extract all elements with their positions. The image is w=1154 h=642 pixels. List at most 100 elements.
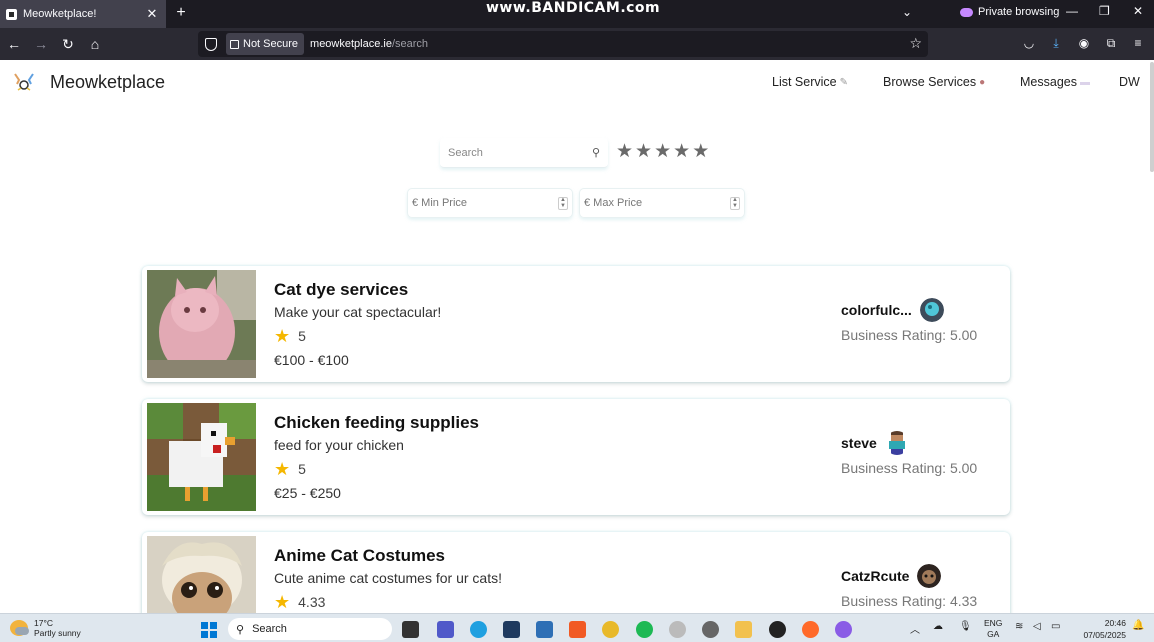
taskbar-search-label: Search <box>252 623 287 635</box>
listing-image-minecraft-chicken[interactable] <box>147 403 256 511</box>
app-icon[interactable] <box>669 621 686 638</box>
star-icon: ★ <box>274 326 291 346</box>
task-view-icon[interactable] <box>402 621 419 638</box>
star-filter-2-icon[interactable]: ★ <box>635 142 652 162</box>
search-field[interactable]: ⚲ <box>440 138 608 168</box>
listing-rating-value: 5 <box>298 328 306 344</box>
seller-name[interactable]: steve <box>841 435 877 451</box>
user-initials-button[interactable]: DW <box>1119 75 1140 89</box>
search-icon: ⚲ <box>236 623 245 636</box>
volume-icon[interactable]: ◁ <box>1033 621 1041 632</box>
store-icon[interactable] <box>536 621 553 638</box>
downloads-icon[interactable]: ⤓ <box>1049 36 1063 50</box>
settings-icon[interactable] <box>702 621 719 638</box>
max-price-field[interactable]: ▲▼ <box>579 188 745 218</box>
star-rating-filter[interactable]: ★ ★ ★ ★ ★ <box>616 142 709 162</box>
teams-icon[interactable] <box>437 621 454 638</box>
tracking-shield-icon[interactable] <box>205 37 217 51</box>
tab-list-chevron-icon[interactable]: ⌄ <box>902 5 912 19</box>
extensions-icon[interactable]: ⧉ <box>1104 36 1118 50</box>
search-input[interactable] <box>448 146 592 159</box>
onedrive-icon[interactable]: ☁ <box>933 621 943 632</box>
file-explorer-icon[interactable] <box>735 621 752 638</box>
browser-tab[interactable]: Meowketplace! ✕ <box>0 0 166 28</box>
restore-button[interactable]: ❐ <box>1099 4 1110 18</box>
listing-title[interactable]: Cat dye services <box>274 280 408 300</box>
new-tab-button[interactable]: + <box>172 4 190 22</box>
address-bar[interactable]: Not Secure meowketplace.ie/search ☆ <box>198 31 928 57</box>
listing-title[interactable]: Chicken feeding supplies <box>274 413 479 433</box>
partly-sunny-icon <box>10 620 29 636</box>
firefox-icon[interactable] <box>802 621 819 638</box>
taskbar-search[interactable]: ⚲ Search <box>228 618 392 640</box>
nav-list-service[interactable]: List Service ✎ <box>772 75 848 89</box>
tray-overflow-icon[interactable]: ︿ <box>910 621 920 636</box>
star-filter-4-icon[interactable]: ★ <box>673 142 690 162</box>
keyboard-layout: GA <box>987 629 1000 639</box>
notifications-icon[interactable]: 🔔 <box>1132 620 1144 631</box>
min-price-stepper[interactable]: ▲ ▼ <box>558 196 568 210</box>
tab-close-button[interactable]: ✕ <box>144 6 160 22</box>
forward-arrow-icon[interactable]: → <box>33 36 49 52</box>
spotify-icon[interactable] <box>636 621 653 638</box>
edge-icon[interactable] <box>470 621 487 638</box>
browser-tab-bar: Meowketplace! ✕ + www.BANDICAM.com ⌄ Pri… <box>0 0 1154 28</box>
menu-icon[interactable]: ≡ <box>1131 36 1145 50</box>
search-icon[interactable]: ⚲ <box>592 146 600 159</box>
star-filter-3-icon[interactable]: ★ <box>654 142 671 162</box>
nav-browse-services[interactable]: Browse Services ● <box>883 75 985 89</box>
wifi-icon[interactable]: ≋ <box>1015 621 1023 632</box>
account-icon[interactable]: ◉ <box>1077 36 1091 50</box>
pocket-icon[interactable]: ◡ <box>1022 36 1036 50</box>
listing-description: Make your cat spectacular! <box>274 304 442 320</box>
system-clock[interactable]: 20:46 07/05/2025 <box>1076 617 1126 641</box>
app-title[interactable]: Meowketplace <box>50 72 165 93</box>
seller-name[interactable]: colorfulc... <box>841 302 912 318</box>
chrome-icon[interactable] <box>602 621 619 638</box>
minimize-button[interactable]: — <box>1066 4 1078 18</box>
seller-name[interactable]: CatzRcute <box>841 568 909 584</box>
not-secure-indicator[interactable]: Not Secure <box>226 33 305 55</box>
seller-avatar[interactable] <box>917 564 942 588</box>
meowketplace-logo-icon[interactable] <box>12 70 36 94</box>
min-price-input[interactable] <box>412 197 558 209</box>
seller-info[interactable]: colorfulc... <box>841 298 944 322</box>
language-indicator[interactable]: ENG GA <box>984 618 1002 640</box>
seller-info[interactable]: CatzRcute <box>841 564 942 588</box>
reload-icon[interactable]: ↻ <box>60 36 76 52</box>
windows-start-icon[interactable] <box>201 622 217 638</box>
home-icon[interactable]: ⌂ <box>87 36 103 52</box>
seller-avatar[interactable] <box>919 298 944 322</box>
star-filter-1-icon[interactable]: ★ <box>616 142 633 162</box>
back-arrow-icon[interactable]: ← <box>6 36 22 52</box>
close-window-button[interactable]: ✕ <box>1133 4 1143 18</box>
seller-avatar[interactable] <box>885 431 909 455</box>
clock-time: 20:46 <box>1104 618 1126 628</box>
firefox-private-icon[interactable] <box>835 621 852 638</box>
weather-widget[interactable]: 17°C Partly sunny <box>10 618 81 638</box>
business-rating: Business Rating: 5.00 <box>841 460 978 476</box>
seller-info[interactable]: steve <box>841 431 909 455</box>
star-filter-5-icon[interactable]: ★ <box>692 142 709 162</box>
battery-icon[interactable]: ▭ <box>1051 621 1060 632</box>
max-price-stepper[interactable]: ▲ ▼ <box>730 196 740 210</box>
nav-messages-label: Messages <box>1020 75 1077 89</box>
url-text[interactable]: meowketplace.ie/search <box>310 38 428 50</box>
max-price-input[interactable] <box>584 197 730 209</box>
brave-icon[interactable] <box>569 621 586 638</box>
listing-price: €100 - €100 <box>274 352 349 368</box>
listing-image-pink-cat[interactable] <box>147 270 256 378</box>
bitwarden-icon[interactable] <box>503 621 520 638</box>
listing-price: €25 - €250 <box>274 485 341 501</box>
nav-messages[interactable]: Messages ▬ <box>1020 75 1090 89</box>
listing-title[interactable]: Anime Cat Costumes <box>274 546 445 566</box>
microphone-icon[interactable]: 🎙 <box>959 621 972 632</box>
page-scrollbar[interactable] <box>1150 62 1154 172</box>
listing-rating-value: 4.33 <box>298 594 326 610</box>
min-price-field[interactable]: ▲▼ <box>407 188 573 218</box>
listing-card[interactable]: Cat dye services Make your cat spectacul… <box>142 266 1010 382</box>
bandicam-icon[interactable] <box>769 621 786 638</box>
bookmark-star-icon[interactable]: ☆ <box>909 35 922 52</box>
listing-description: feed for your chicken <box>274 437 404 453</box>
listing-card[interactable]: Chicken feeding supplies feed for your c… <box>142 399 1010 515</box>
